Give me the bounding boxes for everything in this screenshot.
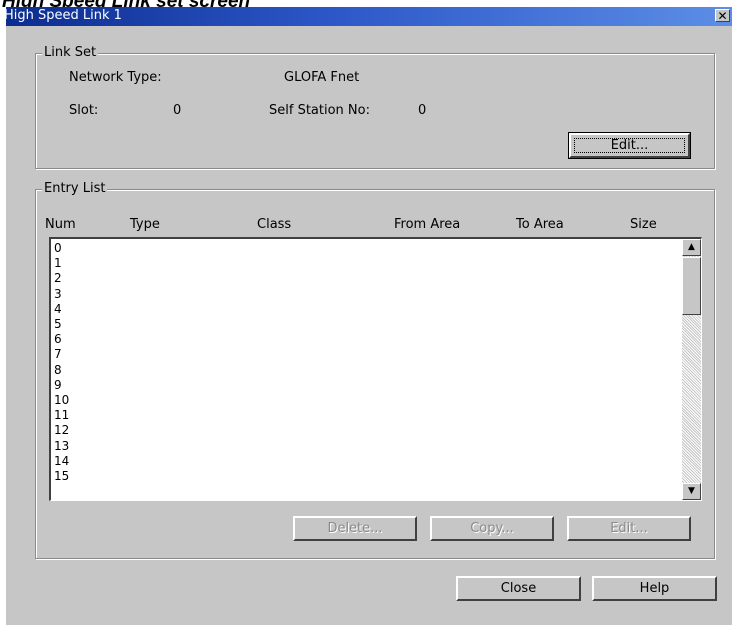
scrollbar-thumb[interactable] <box>682 257 701 315</box>
help-button[interactable]: Help <box>592 576 717 601</box>
focus-rectangle <box>574 138 685 153</box>
close-window-icon[interactable]: ✕ <box>715 9 730 22</box>
list-item[interactable]: 1 <box>54 256 69 271</box>
list-item[interactable]: 2 <box>54 271 69 286</box>
entry-listbox[interactable]: 0 1 2 3 4 5 6 7 8 9 10 11 12 13 14 15 ▲ … <box>49 237 702 501</box>
list-item[interactable]: 15 <box>54 469 69 484</box>
self-station-value: 0 <box>418 103 427 118</box>
scroll-down-arrow-icon[interactable]: ▼ <box>682 483 701 500</box>
entry-list-label: Entry List <box>42 181 108 196</box>
link-set-label: Link Set <box>42 45 99 60</box>
list-item[interactable]: 7 <box>54 347 69 362</box>
slot-value: 0 <box>173 103 182 118</box>
column-header-size: Size <box>630 217 657 232</box>
vertical-scrollbar[interactable]: ▲ ▼ <box>682 239 701 500</box>
column-header-num: Num <box>45 217 76 232</box>
window-title: High Speed Link 1 <box>4 8 122 23</box>
slot-label: Slot: <box>69 103 99 118</box>
list-item[interactable]: 11 <box>54 408 69 423</box>
list-item[interactable]: 13 <box>54 439 69 454</box>
high-speed-link-dialog: High Speed Link 1 ✕ Link Set Network Typ… <box>4 7 732 625</box>
list-item[interactable]: 10 <box>54 393 69 408</box>
list-item[interactable]: 14 <box>54 454 69 469</box>
column-header-to-area: To Area <box>516 217 564 232</box>
delete-button[interactable]: Delete... <box>293 516 417 541</box>
list-item[interactable]: 12 <box>54 423 69 438</box>
list-item[interactable]: 3 <box>54 287 69 302</box>
list-item[interactable]: 9 <box>54 378 69 393</box>
scroll-up-arrow-icon[interactable]: ▲ <box>682 239 701 256</box>
entry-rows: 0 1 2 3 4 5 6 7 8 9 10 11 12 13 14 15 <box>54 241 69 484</box>
link-set-group: Link Set Network Type: GLOFA Fnet Slot: … <box>35 45 715 169</box>
close-button[interactable]: Close <box>456 576 581 601</box>
entry-edit-button[interactable]: Edit... <box>567 516 691 541</box>
column-header-from-area: From Area <box>394 217 461 232</box>
network-type-label: Network Type: <box>69 70 162 85</box>
copy-button[interactable]: Copy... <box>430 516 554 541</box>
list-item[interactable]: 6 <box>54 332 69 347</box>
list-item[interactable]: 0 <box>54 241 69 256</box>
network-type-value: GLOFA Fnet <box>284 70 360 85</box>
list-item[interactable]: 5 <box>54 317 69 332</box>
self-station-label: Self Station No: <box>269 103 370 118</box>
link-set-edit-button[interactable]: Edit... <box>568 132 691 159</box>
title-bar[interactable]: High Speed Link 1 ✕ <box>4 7 732 26</box>
column-header-type: Type <box>130 217 160 232</box>
column-header-class: Class <box>257 217 292 232</box>
list-item[interactable]: 8 <box>54 363 69 378</box>
list-item[interactable]: 4 <box>54 302 69 317</box>
